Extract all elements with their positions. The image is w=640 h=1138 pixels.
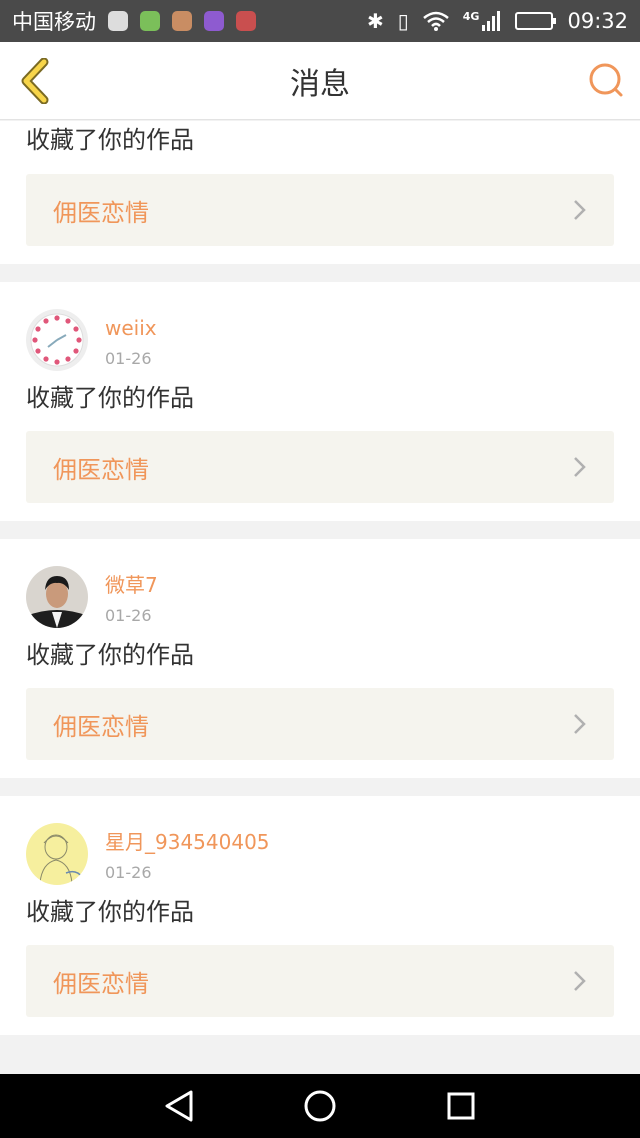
portrait-avatar-image [26,566,88,628]
divider [0,264,640,282]
work-link[interactable]: 佣医恋情 [26,174,614,246]
divider [0,521,640,539]
carrier-label: 中国移动 [12,10,96,34]
recents-square-icon[interactable] [443,1088,479,1124]
app-icon-1 [108,11,128,31]
network-type: 4G [462,10,480,23]
message-list: 收藏了你的作品 佣医恋情 weiix 01-26 收藏了你的作品 佣医恋情 微草… [0,121,640,1053]
avatar[interactable] [26,566,88,628]
message-action-text: 收藏了你的作品 [26,898,194,926]
work-title: 佣医恋情 [53,455,149,484]
back-triangle-icon[interactable] [161,1088,197,1124]
top-nav-bar: 消息 [0,42,640,120]
work-title: 佣医恋情 [53,969,149,998]
gallery-icon [204,11,224,31]
chevron-right-icon [574,457,586,477]
app-icon-2 [140,11,160,31]
app-icon-3 [172,11,192,31]
home-circle-icon[interactable] [302,1088,338,1124]
message-card: 微草7 01-26 收藏了你的作品 佣医恋情 [0,539,640,778]
message-action-text: 收藏了你的作品 [26,126,194,154]
message-action-text: 收藏了你的作品 [26,384,194,412]
message-action-text: 收藏了你的作品 [26,641,194,669]
avatar[interactable] [26,309,88,371]
status-bar: 中国移动 ✱ ▯ 4G 09:32 [0,0,640,42]
work-link[interactable]: 佣医恋情 [26,688,614,760]
avatar[interactable] [26,823,88,885]
page-title: 消息 [290,66,350,102]
message-date: 01-26 [105,606,152,625]
work-title: 佣医恋情 [53,198,149,227]
work-link[interactable]: 佣医恋情 [26,431,614,503]
battery-icon [515,12,557,30]
vibrate-icon: ▯ [397,9,409,33]
sketch-avatar-image [26,823,88,885]
clock: 09:32 [567,9,628,33]
work-link[interactable]: 佣医恋情 [26,945,614,1017]
message-card: 收藏了你的作品 佣医恋情 [0,121,640,264]
message-card: weiix 01-26 收藏了你的作品 佣医恋情 [0,282,640,521]
back-icon[interactable] [16,58,52,104]
username[interactable]: 星月_934540405 [105,829,270,855]
work-title: 佣医恋情 [53,712,149,741]
chevron-right-icon [574,714,586,734]
divider [0,778,640,796]
chevron-right-icon [574,200,586,220]
wifi-icon [422,11,449,31]
message-card: 星月_934540405 01-26 收藏了你的作品 佣医恋情 [0,796,640,1035]
divider [0,1035,640,1053]
system-navigation-bar [0,1074,640,1138]
signal-icon [482,11,501,31]
chevron-right-icon [574,971,586,991]
username[interactable]: 微草7 [105,572,158,598]
message-date: 01-26 [105,349,152,368]
username[interactable]: weiix [105,315,157,341]
clock-avatar-image [26,309,88,371]
bluetooth-icon: ✱ [367,9,384,33]
search-icon[interactable] [588,62,624,98]
app-icon-5 [236,11,256,31]
message-date: 01-26 [105,863,152,882]
notification-icons [108,11,256,31]
